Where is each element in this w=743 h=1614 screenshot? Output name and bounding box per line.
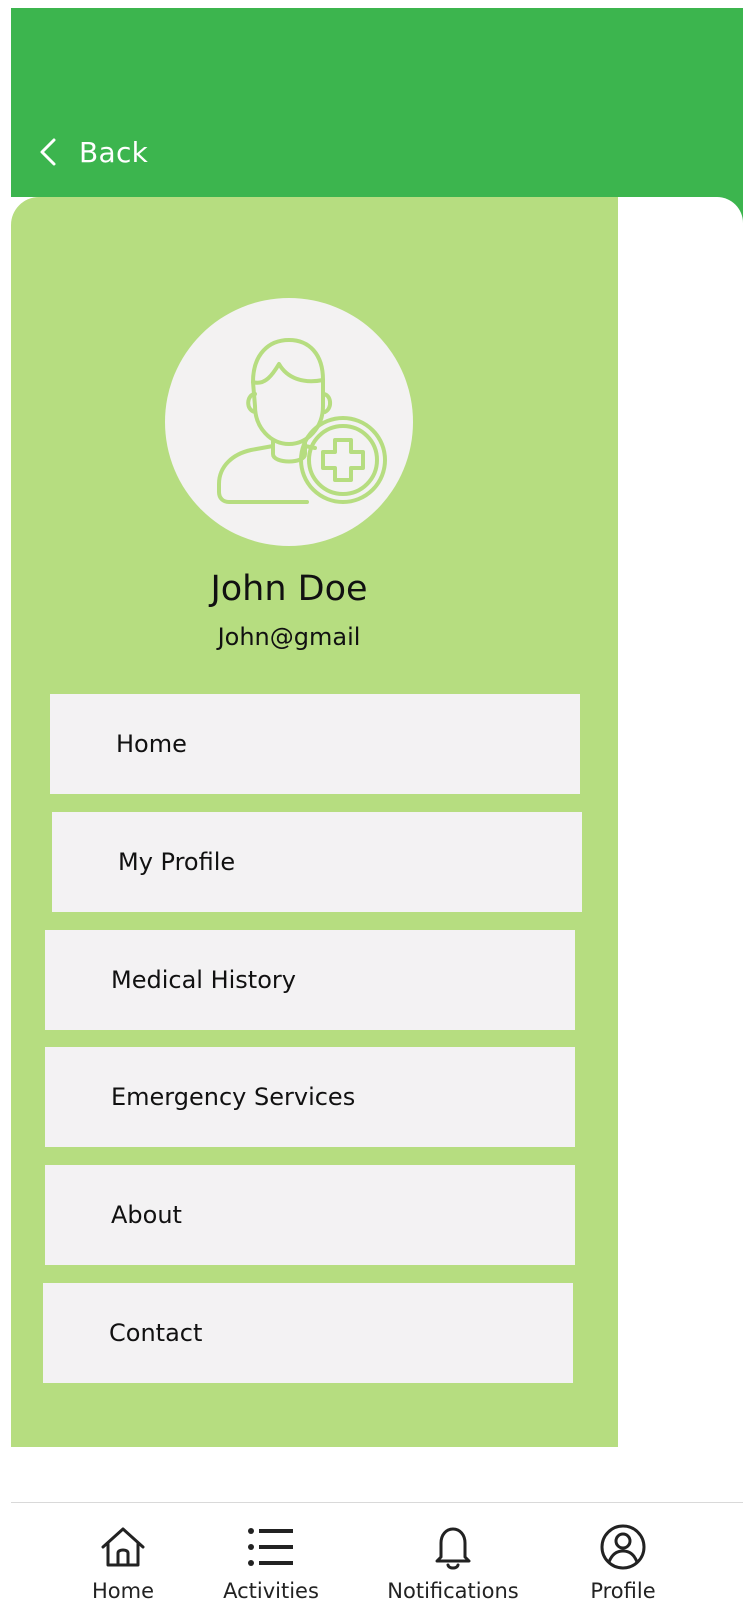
nav-profile[interactable]: Profile xyxy=(583,1503,663,1614)
app-root: Back John Doe John@gmail Home My Profile… xyxy=(0,0,743,1614)
nav-label: Activities xyxy=(223,1579,319,1603)
menu-item-home[interactable]: Home xyxy=(50,694,580,794)
menu-item-label: Home xyxy=(116,730,187,758)
menu-item-label: Medical History xyxy=(111,966,296,994)
list-icon xyxy=(248,1528,293,1566)
nav-label: Notifications xyxy=(387,1579,519,1603)
user-circle-icon xyxy=(600,1524,646,1570)
nav-label: Home xyxy=(91,1579,154,1603)
menu-item-emergency-services[interactable]: Emergency Services xyxy=(45,1047,575,1147)
bell-icon xyxy=(435,1527,471,1570)
user-add-medical-icon xyxy=(217,338,387,504)
menu-item-label: About xyxy=(111,1201,182,1229)
avatar xyxy=(165,298,413,546)
back-label: Back xyxy=(79,135,149,169)
nav-label: Profile xyxy=(590,1579,656,1603)
nav-activities[interactable]: Activities xyxy=(219,1503,323,1614)
menu-item-label: Emergency Services xyxy=(111,1083,356,1111)
nav-home[interactable]: Home xyxy=(83,1503,163,1614)
menu-item-medical-history[interactable]: Medical History xyxy=(45,930,575,1030)
nav-notifications[interactable]: Notifications xyxy=(383,1503,523,1614)
user-name: John Doe xyxy=(210,569,368,609)
chevron-left-icon xyxy=(40,138,56,166)
home-icon xyxy=(101,1527,145,1567)
back-button[interactable]: Back xyxy=(37,132,148,172)
menu-item-contact[interactable]: Contact xyxy=(43,1283,573,1383)
menu-item-label: Contact xyxy=(109,1319,203,1347)
menu-item-my-profile[interactable]: My Profile xyxy=(52,812,582,912)
user-email: John@gmail xyxy=(217,623,361,651)
menu-item-label: My Profile xyxy=(118,848,236,876)
phone-screen: Back John Doe John@gmail Home My Profile… xyxy=(11,8,743,1614)
menu-item-about[interactable]: About xyxy=(45,1165,575,1265)
side-drawer: John Doe John@gmail Home My Profile Medi… xyxy=(11,197,618,1447)
bottom-navigation: Home Activities Notifications Profile xyxy=(11,1502,743,1614)
